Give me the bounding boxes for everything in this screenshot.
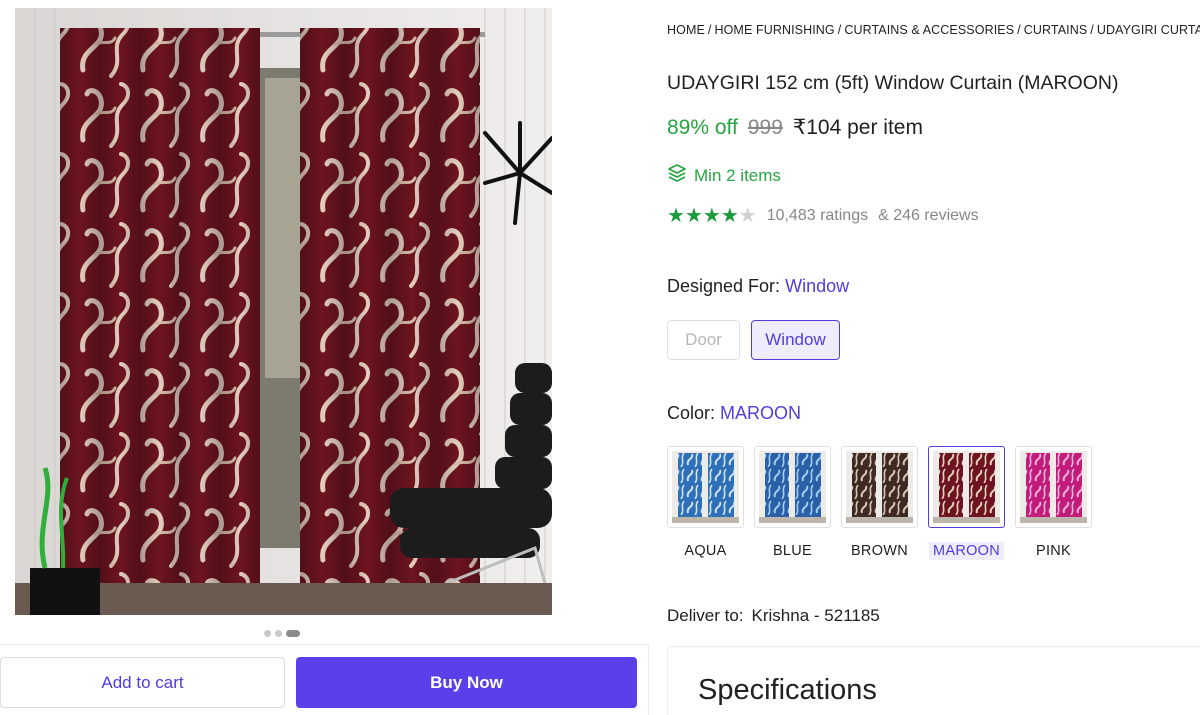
add-to-cart-button[interactable]: Add to cart — [0, 657, 285, 708]
swatch-thumbnail[interactable] — [928, 446, 1005, 528]
designed-for-heading: Designed For: — [667, 276, 781, 296]
color-label: Color: MAROON — [667, 403, 801, 424]
breadcrumb-item[interactable]: HOME — [667, 23, 705, 37]
deliver-to[interactable]: Deliver to: Krishna - 521185 — [667, 606, 880, 626]
carousel-dot[interactable] — [275, 630, 282, 637]
swatch-thumbnail[interactable] — [667, 446, 744, 528]
breadcrumb-separator: / — [707, 23, 712, 37]
star-rating: ★ ★ ★ ★ ★ — [667, 206, 757, 226]
product-title: UDAYGIRI 152 cm (5ft) Window Curtain (MA… — [667, 72, 1119, 94]
breadcrumb-separator: / — [1017, 23, 1021, 37]
breadcrumb-separator: / — [1090, 23, 1094, 37]
image-carousel-dots[interactable] — [264, 630, 300, 637]
color-swatch-blue[interactable]: BLUE — [754, 446, 831, 560]
swatch-label: BROWN — [850, 543, 909, 559]
swatch-thumbnail[interactable] — [841, 446, 918, 528]
designed-for-options: Door Window — [667, 320, 840, 360]
swatch-thumbnail[interactable] — [754, 446, 831, 528]
option-window-button[interactable]: Window — [751, 320, 840, 360]
color-swatches: AQUA BLUE BROWN MAROON PINK — [667, 446, 1092, 560]
star-icon: ★ — [702, 205, 721, 227]
ratings-count: 10,483 ratings — [766, 207, 869, 224]
breadcrumb-item[interactable]: UDAYGIRI CURTAINS — [1097, 23, 1200, 37]
breadcrumb-item[interactable]: HOME FURNISHING — [714, 23, 834, 37]
min-items-badge: Min 2 items — [667, 163, 781, 188]
color-swatch-aqua[interactable]: AQUA — [667, 446, 744, 560]
star-icon: ★ — [738, 205, 757, 227]
reviews-count: & 246 reviews — [878, 207, 979, 224]
specifications-title: Specifications — [698, 674, 877, 706]
color-heading: Color: — [667, 403, 716, 423]
specifications-section: Specifications — [667, 646, 1200, 715]
designed-for-value: Window — [785, 276, 850, 296]
selling-price: ₹104 per item — [792, 116, 923, 139]
star-icon: ★ — [684, 205, 703, 227]
swatch-label: AQUA — [684, 543, 727, 559]
breadcrumb-separator: / — [837, 23, 842, 37]
swatch-label: MAROON — [928, 542, 1005, 560]
color-swatch-brown[interactable]: BROWN — [841, 446, 918, 560]
price-row: 89% off 999 ₹104 per item — [667, 115, 923, 140]
carousel-dot[interactable] — [264, 630, 271, 637]
breadcrumb-item[interactable]: CURTAINS — [1024, 23, 1088, 37]
swatch-thumbnail[interactable] — [1015, 446, 1092, 528]
designed-for-label: Designed For: Window — [667, 276, 849, 297]
divider — [648, 644, 649, 715]
buy-now-button[interactable]: Buy Now — [296, 657, 637, 708]
breadcrumb: HOME / HOME FURNISHING / CURTAINS & ACCESSOR… — [667, 23, 1200, 37]
stack-icon — [667, 163, 687, 188]
discount-text: 89% off — [667, 116, 738, 139]
deliver-label: Deliver to: — [667, 606, 744, 625]
product-image[interactable] — [15, 8, 552, 615]
color-value: MAROON — [720, 403, 802, 423]
option-door-button[interactable]: Door — [667, 320, 740, 360]
mrp-strikethrough: 999 — [747, 116, 783, 139]
color-swatch-maroon[interactable]: MAROON — [928, 446, 1005, 560]
star-icon: ★ — [667, 205, 685, 227]
breadcrumb-item[interactable]: CURTAINS & ACCESSORIES — [844, 23, 1014, 37]
ratings-row[interactable]: ★ ★ ★ ★ ★ 10,483 ratings & 246 reviews — [667, 206, 979, 226]
deliver-location: Krishna - 521185 — [751, 606, 880, 625]
color-swatch-pink[interactable]: PINK — [1015, 446, 1092, 560]
min-items-text: Min 2 items — [694, 165, 781, 185]
star-icon: ★ — [720, 205, 739, 227]
curtain-photo — [15, 8, 552, 615]
swatch-label: PINK — [1035, 543, 1072, 559]
carousel-dot-active[interactable] — [286, 630, 300, 637]
swatch-label: BLUE — [772, 543, 813, 559]
divider — [0, 644, 648, 645]
